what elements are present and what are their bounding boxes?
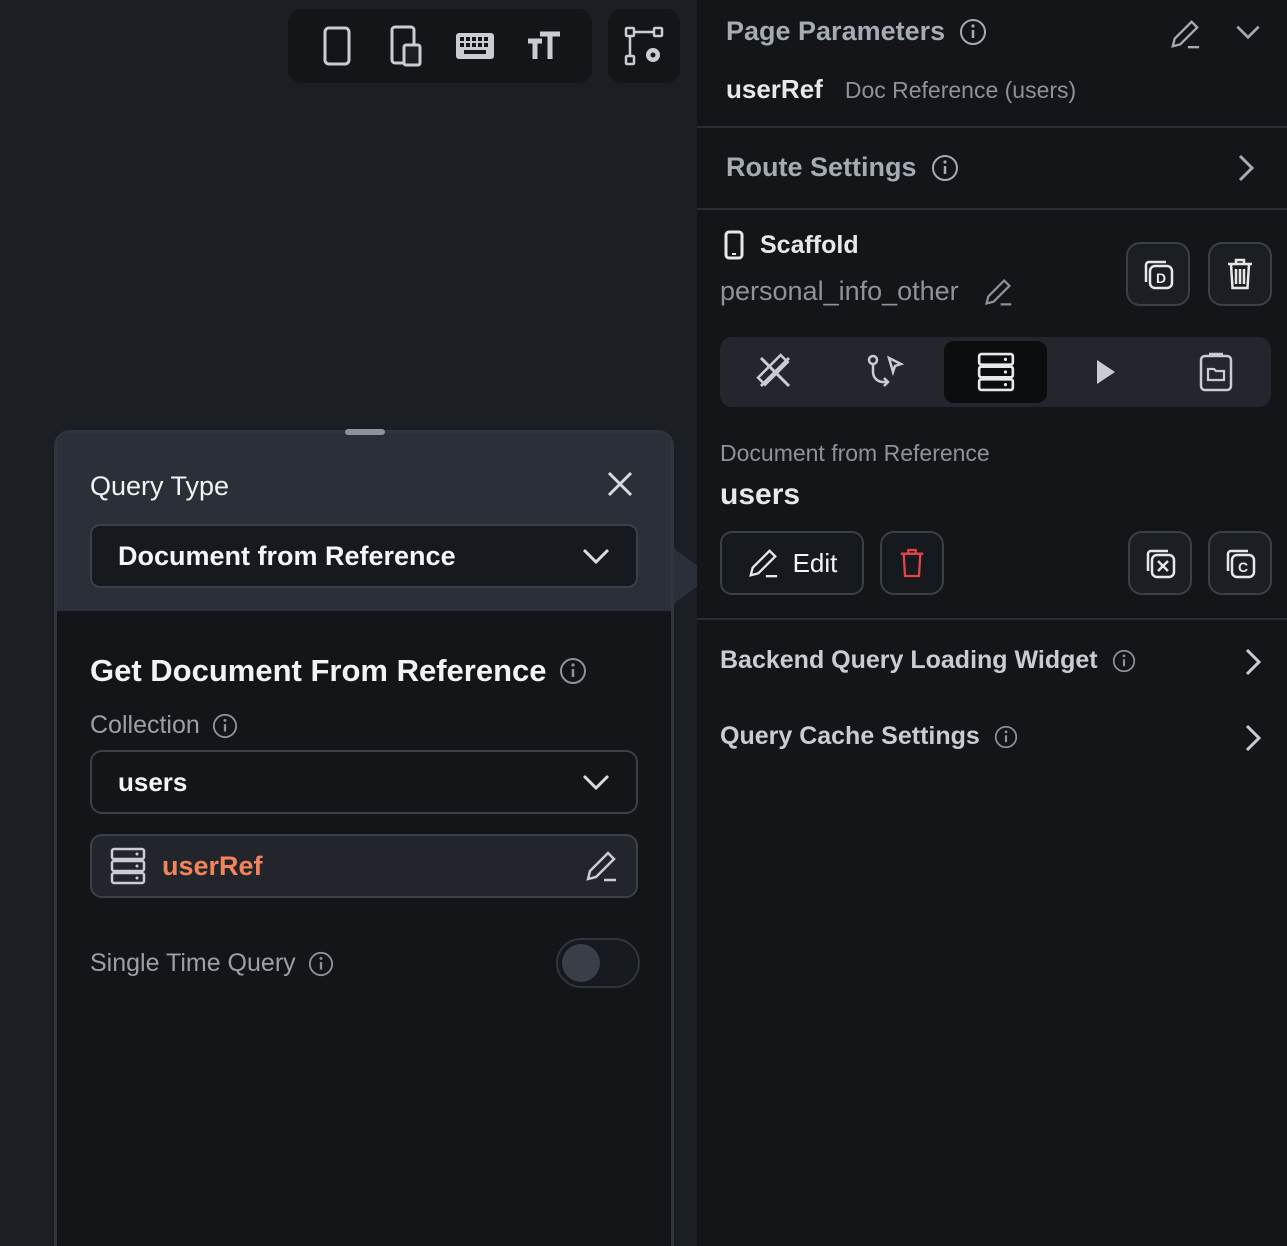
copy-query-button[interactable]: C: [1208, 531, 1272, 595]
query-type-value: Document from Reference: [118, 540, 456, 571]
edit-pencil-icon[interactable]: [983, 277, 1013, 307]
query-panel-header: Query Type Document from Reference: [57, 429, 710, 611]
tablet-preview-button[interactable]: [382, 22, 430, 70]
tab-backend-query[interactable]: [944, 341, 1047, 403]
clear-query-button[interactable]: [1128, 531, 1192, 595]
collection-label: Collection: [90, 711, 200, 739]
text-scale-button[interactable]: [520, 22, 568, 70]
copy-icon: C: [1226, 549, 1256, 579]
collection-value: users: [118, 766, 188, 797]
phone-icon: [724, 230, 744, 260]
tablet-icon: [390, 25, 421, 67]
close-icon: [607, 471, 633, 497]
widget-name-row: personal_info_other: [720, 276, 1013, 307]
toggle-knob: [562, 944, 600, 982]
widget-type-row: Scaffold: [724, 230, 859, 260]
loading-widget-header[interactable]: Backend Query Loading Widget: [720, 646, 1136, 675]
database-icon: [110, 847, 146, 885]
query-type-label: Document from Reference: [720, 440, 990, 466]
edit-pencil-icon[interactable]: [1169, 18, 1201, 50]
duplicate-icon: D: [1144, 260, 1174, 290]
route-settings-title: Route Settings: [726, 152, 917, 182]
page-parameters-title: Page Parameters: [726, 16, 946, 46]
divider: [697, 126, 1287, 128]
single-time-query-toggle[interactable]: [556, 938, 640, 988]
widget-name: personal_info_other: [720, 276, 959, 306]
query-type-title: Query Type: [90, 471, 230, 501]
device-toolbar: [288, 9, 592, 83]
divider: [697, 618, 1287, 620]
collection-select[interactable]: users: [90, 750, 638, 814]
edit-pencil-icon: [748, 549, 777, 578]
backend-query-icon: [977, 352, 1014, 392]
page-parameter-row: userRef Doc Reference (users): [726, 74, 1076, 105]
divider: [697, 208, 1287, 210]
info-icon: [994, 725, 1017, 748]
param-type: Doc Reference (users): [844, 77, 1077, 103]
edit-pencil-icon[interactable]: [584, 849, 618, 883]
clear-variable-icon: [1146, 549, 1176, 579]
chevron-down-icon: [582, 548, 610, 565]
trash-icon: [1228, 258, 1252, 290]
tab-actions[interactable]: [834, 341, 936, 403]
info-icon: [212, 713, 237, 738]
route-settings-header[interactable]: Route Settings: [726, 152, 959, 183]
info-icon: [559, 658, 586, 684]
close-button[interactable]: [605, 469, 635, 499]
delete-widget-button[interactable]: [1208, 242, 1272, 306]
tab-properties[interactable]: [724, 341, 826, 403]
svg-text:D: D: [1156, 270, 1166, 286]
folder-icon: [1199, 352, 1233, 392]
delete-query-button[interactable]: [880, 531, 944, 595]
actions-flow-icon: [868, 354, 905, 387]
info-icon: [1112, 649, 1135, 672]
query-panel: Query Type Document from Reference Get D…: [54, 429, 710, 1246]
design-tools-icon: [756, 353, 791, 388]
svg-text:C: C: [1238, 559, 1248, 575]
drag-handle[interactable]: [345, 429, 385, 435]
chevron-right-icon[interactable]: [1244, 724, 1262, 752]
loading-widget-title: Backend Query Loading Widget: [720, 646, 1098, 674]
query-type-select[interactable]: Document from Reference: [90, 524, 638, 588]
keyboard-icon: [455, 33, 494, 59]
trash-icon: [900, 548, 924, 578]
reference-value: userRef: [162, 850, 263, 881]
edit-label: Edit: [792, 547, 838, 578]
single-time-query-row: Single Time Query: [90, 949, 334, 978]
page-parameters-header[interactable]: Page Parameters: [726, 16, 987, 47]
info-icon: [960, 18, 987, 45]
tab-preview[interactable]: [1055, 341, 1157, 403]
single-time-query-label: Single Time Query: [90, 949, 296, 977]
edit-query-button[interactable]: Edit: [720, 531, 864, 595]
tab-files[interactable]: [1165, 341, 1267, 403]
info-icon: [931, 154, 958, 181]
collection-label-row: Collection: [90, 711, 238, 740]
reference-field[interactable]: userRef: [90, 834, 638, 898]
chevron-down-icon: [582, 774, 610, 791]
query-collection: users: [720, 478, 801, 511]
section-title-text: Get Document From Reference: [90, 653, 547, 688]
chevron-right-icon[interactable]: [1244, 648, 1262, 676]
widget-type: Scaffold: [760, 230, 859, 259]
cache-settings-header[interactable]: Query Cache Settings: [720, 722, 1018, 751]
cache-settings-title: Query Cache Settings: [720, 722, 980, 750]
chevron-down-icon[interactable]: [1235, 24, 1261, 40]
duplicate-widget-button[interactable]: D: [1126, 242, 1190, 306]
section-title: Get Document From Reference: [90, 653, 587, 689]
properties-panel: Page Parameters userRef Doc Reference (u…: [697, 0, 1287, 1246]
chevron-right-icon[interactable]: [1237, 154, 1255, 182]
phone-preview-button[interactable]: [313, 22, 361, 70]
widget-tree-settings-icon: [624, 26, 664, 66]
param-name: userRef: [726, 74, 823, 104]
properties-tabbar: [720, 337, 1271, 407]
keyboard-toggle-button[interactable]: [451, 22, 499, 70]
widget-tree-settings-button[interactable]: [608, 9, 680, 83]
play-icon: [1096, 360, 1115, 384]
phone-icon: [323, 26, 350, 66]
text-size-icon: [527, 31, 560, 59]
info-icon: [308, 951, 333, 976]
reference-field-content: userRef: [110, 847, 263, 885]
